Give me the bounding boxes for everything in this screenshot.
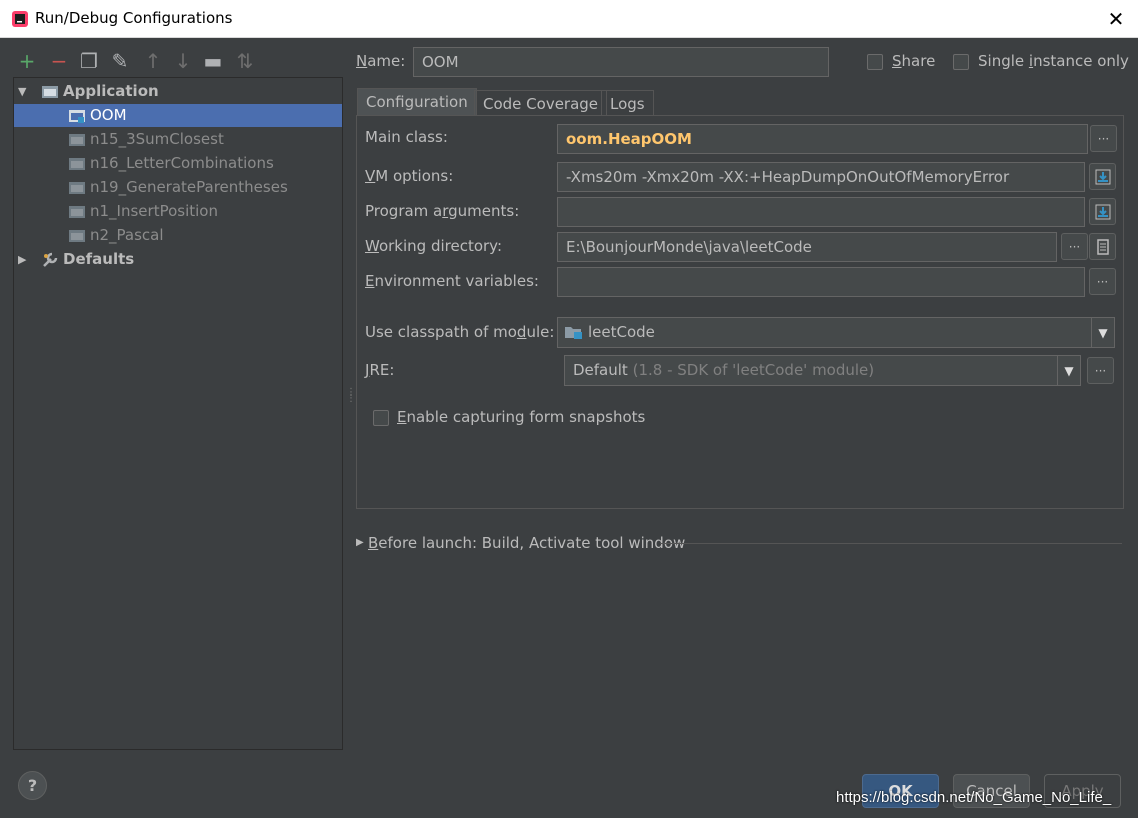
program-arguments-label: Program arguments: [365,202,520,220]
share-label: Share [892,52,936,70]
application-config-icon [69,133,85,146]
application-config-icon [69,229,85,242]
classpath-module-label: Use classpath of module: [365,323,555,341]
remove-icon[interactable]: − [47,49,71,73]
intellij-app-icon [12,11,28,27]
tree-item-label: n1_InsertPosition [90,202,218,220]
help-icon[interactable]: ? [18,771,47,800]
copy-icon[interactable]: ❐ [77,49,101,73]
application-config-icon [69,109,85,123]
arrow-down-icon[interactable]: ↓ [171,49,195,73]
tree-label-defaults: Defaults [63,250,135,268]
application-config-icon [69,157,85,170]
tree-node-defaults[interactable]: ▶ Defaults [14,248,342,271]
vm-options-input[interactable]: -Xms20m -Xmx20m -XX:+HeapDumpOnOutOfMemo… [557,162,1085,192]
window-title: Run/Debug Configurations [35,9,233,27]
name-input[interactable]: OOM [413,47,829,77]
main-class-input[interactable]: oom.HeapOOM [557,124,1088,154]
tree-item-label: n19_GenerateParentheses [90,178,288,196]
sort-icon[interactable]: ⇅ [233,49,257,73]
before-launch-divider [660,543,1122,544]
application-config-icon [69,181,85,194]
name-label: Name: [356,52,406,70]
working-directory-input[interactable]: E:\BounjourMonde\java\leetCode [557,232,1057,262]
environment-variables-browse-button[interactable]: ··· [1089,268,1116,295]
tree-item-n19_generateparentheses[interactable]: n19_GenerateParentheses [14,176,342,199]
environment-variables-label: Environment variables: [365,272,539,290]
tree-item-n1_insertposition[interactable]: n1_InsertPosition [14,200,342,223]
tree-item-label: n15_3SumClosest [90,130,224,148]
arrow-up-icon[interactable]: ↑ [141,49,165,73]
collapse-arrow-icon[interactable]: ▶ [18,248,26,271]
tree-item-label: n16_LetterCombinations [90,154,274,172]
jre-select[interactable]: Default (1.8 - SDK of 'leetCode' module) [564,355,1081,386]
enable-snapshots-checkbox[interactable] [373,410,389,426]
tab-logs[interactable]: Logs [601,90,654,116]
tab-code-coverage[interactable]: Code Coverage [474,90,608,116]
vm-options-label: VM options: [365,167,454,185]
before-launch-label[interactable]: Before launch: Build, Activate tool wind… [368,534,685,552]
jre-label: JRE: [365,361,395,379]
defaults-wrench-icon [43,252,58,267]
tree-item-label: n2_Pascal [90,226,164,244]
tree-node-application[interactable]: ▼ Application [14,80,342,103]
title-bar: Run/Debug Configurations ✕ [0,0,1138,38]
wrench-icon[interactable]: ✎ [108,49,132,73]
tab-configuration[interactable]: Configuration [357,88,477,116]
configuration-tree: ▼ Application OOM n15_3SumClosest n16_Lett… [13,77,343,750]
tree-item-label: OOM [90,106,127,124]
single-instance-checkbox[interactable] [953,54,969,70]
tree-item-oom[interactable]: OOM [14,104,342,127]
splitter-handle[interactable]: ⋮ ⋮ [346,388,356,408]
single-instance-label: Single instance only [978,52,1129,70]
working-directory-macro-icon[interactable] [1089,233,1116,260]
watermark-text: https://blog.csdn.net/No_Game_No_Life_ [836,789,1112,806]
tree-label-application: Application [63,82,159,100]
tree-item-n15_3sumclosest[interactable]: n15_3SumClosest [14,128,342,151]
environment-variables-input[interactable] [557,267,1085,297]
tree-item-n2_pascal[interactable]: n2_Pascal [14,224,342,247]
module-folder-icon [565,327,582,339]
jre-browse-button[interactable]: ··· [1087,357,1114,384]
enable-snapshots-label: Enable capturing form snapshots [397,408,646,426]
program-arguments-input[interactable] [557,197,1085,227]
application-folder-icon [42,85,58,98]
working-directory-label: Working directory: [365,237,503,255]
chevron-down-icon[interactable]: ▼ [1091,318,1114,347]
vm-options-expand-icon[interactable] [1089,163,1116,190]
classpath-module-select[interactable]: leetCode [557,317,1115,348]
add-icon[interactable]: + [15,49,39,73]
program-arguments-expand-icon[interactable] [1089,198,1116,225]
close-icon[interactable]: ✕ [1102,6,1130,32]
jre-chevron-down-icon[interactable]: ▼ [1057,356,1080,385]
working-directory-browse-button[interactable]: ··· [1061,233,1088,260]
main-class-label: Main class: [365,128,448,146]
expand-arrow-icon[interactable]: ▼ [18,80,26,103]
folder-icon[interactable]: ▬ [201,49,225,73]
tree-item-n16_lettercombinations[interactable]: n16_LetterCombinations [14,152,342,175]
main-class-browse-button[interactable]: ··· [1090,125,1117,152]
before-launch-expand-icon[interactable]: ▶ [356,537,364,548]
application-config-icon [69,205,85,218]
share-checkbox[interactable] [867,54,883,70]
